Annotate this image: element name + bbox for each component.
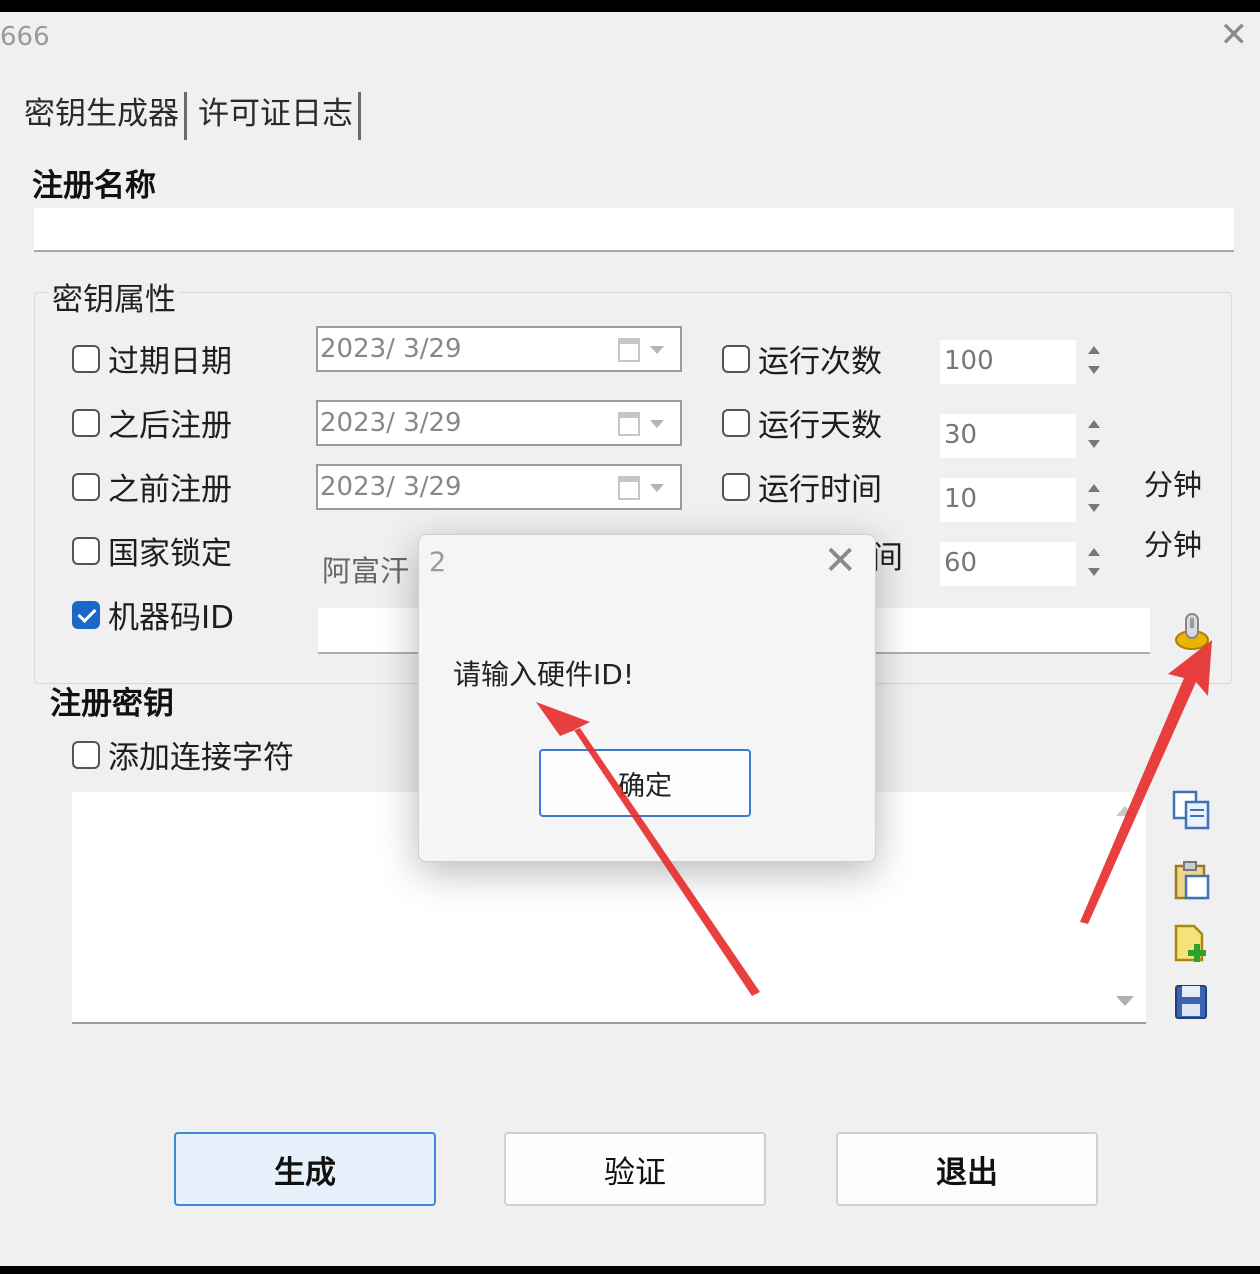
- main-window: 666 ✕ 密钥生成器 许可证日志 注册名称 密钥属性 过期日期 之后注册 之前…: [0, 12, 1260, 1266]
- checkbox-box: [722, 472, 750, 501]
- country-lock-checkbox[interactable]: 国家锁定: [72, 528, 232, 573]
- country-value[interactable]: 阿富汗: [322, 548, 409, 590]
- spin-up-icon[interactable]: [1088, 548, 1100, 556]
- expiry-date-checkbox[interactable]: 过期日期: [72, 336, 232, 381]
- close-icon[interactable]: ✕: [1220, 18, 1249, 52]
- register-before-checkbox[interactable]: 之前注册: [72, 464, 232, 509]
- checkbox-box-checked: [72, 600, 100, 629]
- run-time-checkbox[interactable]: 运行时间: [722, 464, 882, 509]
- expiry-date-label: 过期日期: [108, 344, 232, 380]
- expiry-date-picker[interactable]: 2023/ 3/29: [316, 326, 682, 372]
- spin-up-icon[interactable]: [1088, 420, 1100, 428]
- scroll-up-icon[interactable]: [1116, 806, 1134, 816]
- spin-up-icon[interactable]: [1088, 346, 1100, 354]
- reg-name-label: 注册名称: [32, 168, 156, 204]
- run-time-label: 运行时间: [758, 472, 882, 508]
- reg-name-input[interactable]: [34, 208, 1234, 252]
- register-before-date-picker[interactable]: 2023/ 3/29: [316, 464, 682, 510]
- close-icon[interactable]: ✕: [823, 541, 857, 581]
- spin-down-icon[interactable]: [1088, 440, 1100, 448]
- register-after-label: 之后注册: [108, 408, 232, 444]
- hardware-id-icon[interactable]: [1172, 610, 1212, 652]
- dialog-message: 请输入硬件ID!: [453, 658, 635, 691]
- date-value: 2023/ 3/29: [320, 334, 462, 364]
- run-time-unit: 分钟: [1144, 468, 1203, 502]
- tab-license-log[interactable]: 许可证日志: [192, 84, 359, 137]
- tab-key-generator[interactable]: 密钥生成器: [18, 84, 185, 137]
- date-value: 2023/ 3/29: [320, 408, 462, 438]
- titlebar: 666 ✕: [0, 12, 1260, 64]
- run-time-input[interactable]: 10: [940, 478, 1076, 522]
- add-separator-label: 添加连接字符: [108, 740, 294, 776]
- checkbox-box: [72, 472, 100, 501]
- add-separator-checkbox[interactable]: 添加连接字符: [72, 732, 294, 777]
- run-count-label: 运行次数: [758, 344, 882, 380]
- checkbox-box: [72, 344, 100, 373]
- register-before-label: 之前注册: [108, 472, 232, 508]
- run-time-spinner[interactable]: [1080, 478, 1110, 522]
- run-count-spinner[interactable]: [1080, 340, 1110, 384]
- calendar-icon: [618, 476, 640, 500]
- spin-down-icon[interactable]: [1088, 366, 1100, 374]
- hidden-row-spinner[interactable]: [1080, 542, 1110, 586]
- exit-button[interactable]: 退出: [836, 1132, 1098, 1206]
- run-count-checkbox[interactable]: 运行次数: [722, 336, 882, 381]
- register-after-checkbox[interactable]: 之后注册: [72, 400, 232, 445]
- chevron-down-icon[interactable]: [650, 346, 664, 354]
- hidden-row-label-tail: 间: [872, 540, 903, 576]
- spin-down-icon[interactable]: [1088, 568, 1100, 576]
- register-after-date-picker[interactable]: 2023/ 3/29: [316, 400, 682, 446]
- key-props-title: 密钥属性: [48, 274, 180, 319]
- run-days-input[interactable]: 30: [940, 414, 1076, 458]
- checkbox-box: [722, 344, 750, 373]
- date-value: 2023/ 3/29: [320, 472, 462, 502]
- paste-icon[interactable]: [1170, 858, 1214, 902]
- run-days-checkbox[interactable]: 运行天数: [722, 400, 882, 445]
- reg-key-label: 注册密钥: [50, 686, 174, 722]
- spin-up-icon[interactable]: [1088, 484, 1100, 492]
- key-scrollbar[interactable]: [1110, 796, 1140, 1020]
- hardware-id-checkbox[interactable]: 机器码ID: [72, 592, 234, 637]
- hardware-id-label: 机器码ID: [108, 600, 235, 636]
- hidden-row-unit: 分钟: [1144, 528, 1203, 562]
- save-icon[interactable]: [1170, 980, 1214, 1024]
- country-lock-label: 国家锁定: [108, 536, 232, 572]
- run-days-spinner[interactable]: [1080, 414, 1110, 458]
- hidden-row-input[interactable]: 60: [940, 542, 1076, 586]
- chevron-down-icon[interactable]: [650, 420, 664, 428]
- add-document-icon[interactable]: [1170, 922, 1214, 966]
- alert-dialog: 2 ✕ 请输入硬件ID! 确定: [418, 534, 876, 862]
- verify-button[interactable]: 验证: [504, 1132, 766, 1206]
- tab-separator: [184, 92, 187, 140]
- calendar-icon: [618, 412, 640, 436]
- checkbox-box: [72, 408, 100, 437]
- checkbox-box: [722, 408, 750, 437]
- calendar-icon: [618, 338, 640, 362]
- run-count-input[interactable]: 100: [940, 340, 1076, 384]
- checkbox-box: [72, 536, 100, 565]
- run-days-label: 运行天数: [758, 408, 882, 444]
- ok-button[interactable]: 确定: [539, 749, 751, 817]
- chevron-down-icon[interactable]: [650, 484, 664, 492]
- copy-icon[interactable]: [1170, 788, 1214, 832]
- checkbox-box: [72, 740, 100, 769]
- generate-button[interactable]: 生成: [174, 1132, 436, 1206]
- dialog-title: 2: [429, 547, 447, 578]
- scroll-down-icon[interactable]: [1116, 996, 1134, 1006]
- tab-separator: [358, 92, 361, 140]
- window-title: 666: [0, 22, 50, 52]
- spin-down-icon[interactable]: [1088, 504, 1100, 512]
